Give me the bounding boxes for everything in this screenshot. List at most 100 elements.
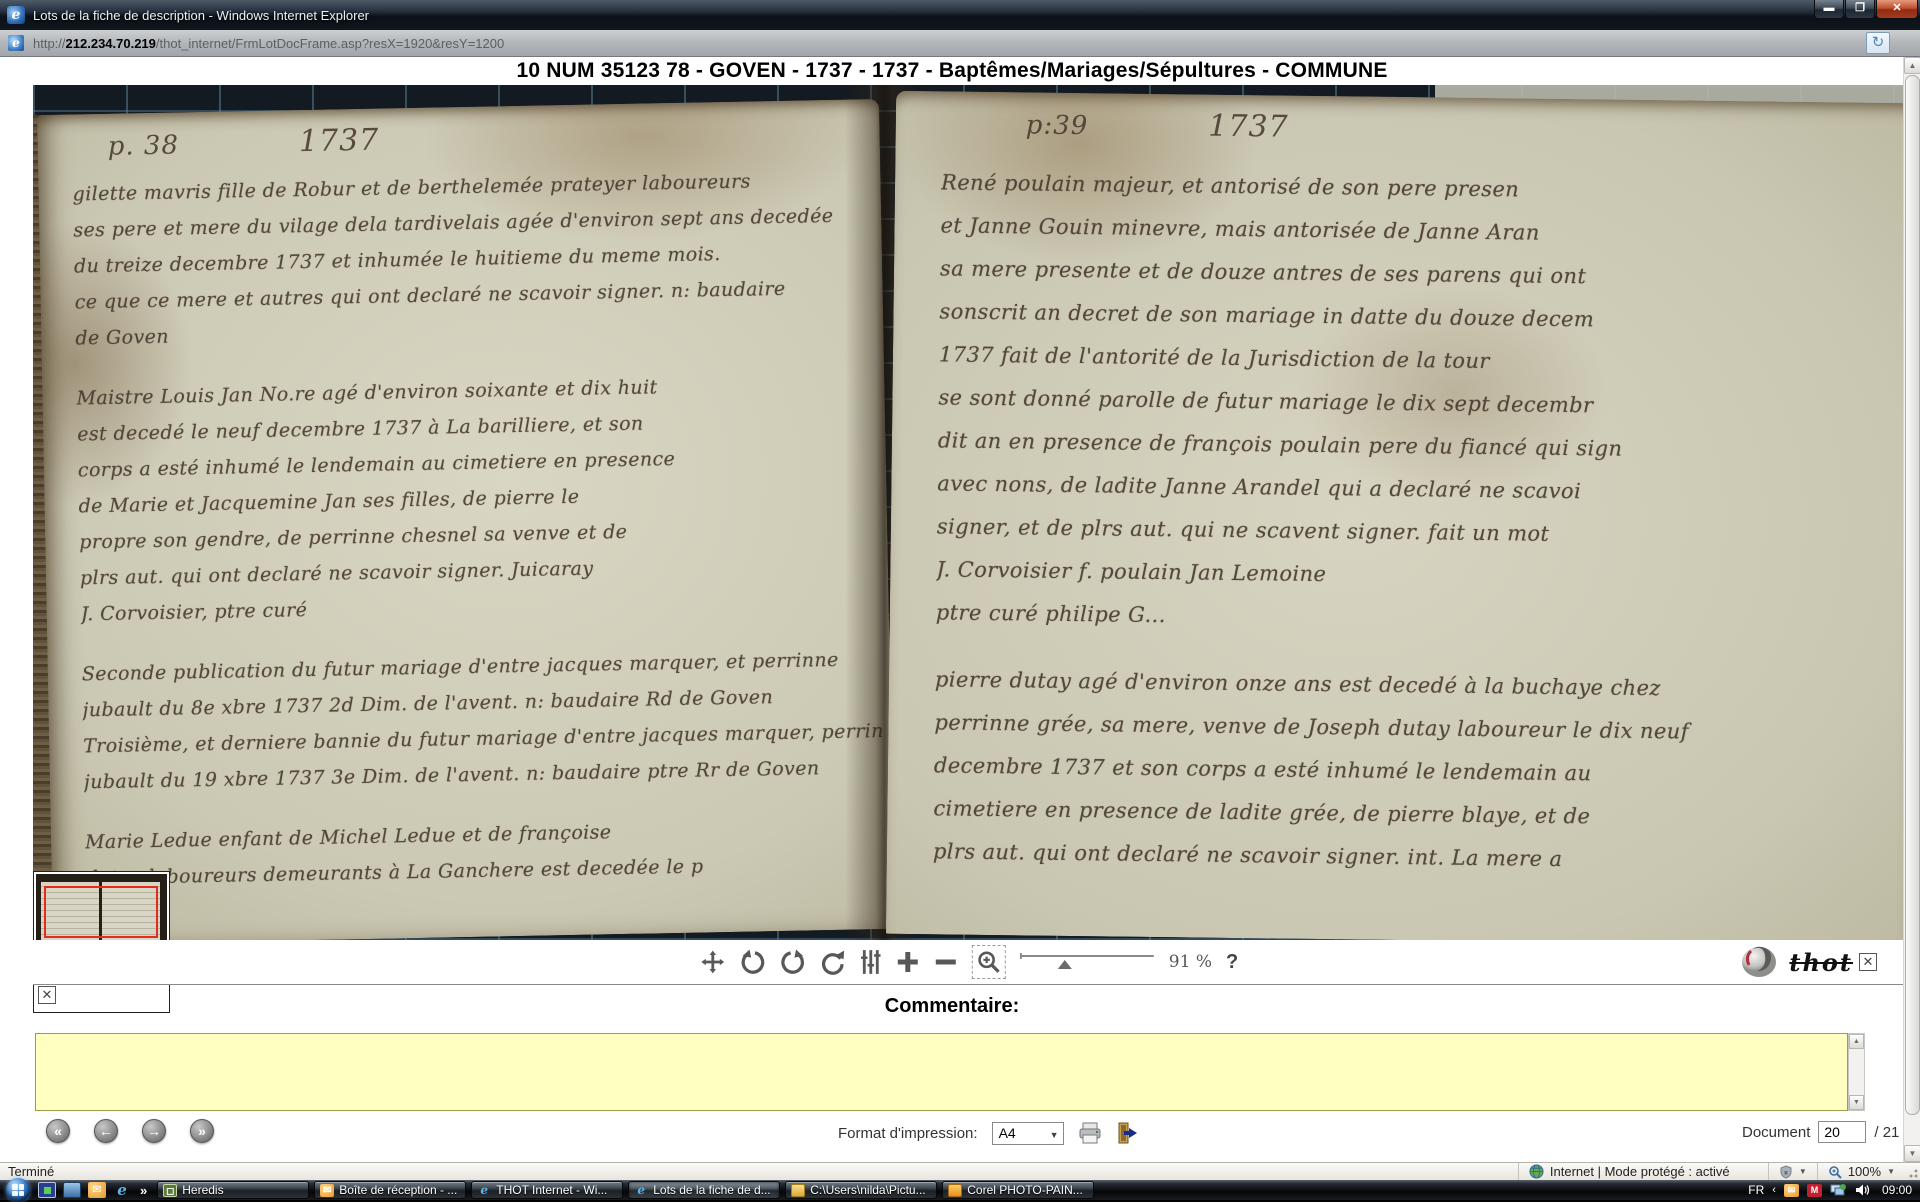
show-desktop-icon[interactable] (63, 1182, 81, 1198)
url-path: /thot_internet/FrmLotDocFrame.asp?resX=1… (156, 36, 504, 51)
language-indicator[interactable]: FR (1748, 1183, 1764, 1197)
security-zone: Internet | Mode protégé : activé (1518, 1163, 1768, 1180)
status-bar: Terminé Internet | Mode protégé : activé… (0, 1162, 1920, 1180)
windows-logo-icon (12, 1184, 24, 1196)
volume-icon[interactable] (1855, 1183, 1870, 1197)
switch-windows-icon[interactable] (38, 1182, 56, 1198)
chevron-down-icon: ▼ (1887, 1167, 1895, 1176)
url-scheme: http:// (33, 36, 66, 51)
rotate-reset-icon[interactable] (820, 949, 846, 975)
first-document-button[interactable]: « (46, 1119, 70, 1143)
url-host: 212.234.70.219 (66, 36, 156, 51)
mcafee-icon[interactable]: M (1807, 1184, 1822, 1197)
scroll-down-icon[interactable]: ▼ (1904, 1145, 1920, 1162)
print-button[interactable] (1078, 1122, 1102, 1144)
rotate-ccw-icon[interactable] (740, 949, 766, 975)
taskbar-item-lots-fiche[interactable]: e Lots de la fiche de d... (628, 1181, 780, 1199)
help-icon[interactable]: ? (1226, 951, 1238, 974)
zoom-percentage: 91 % (1169, 952, 1212, 972)
taskbar: ✉ e » ◻ Heredis ✉ Boîte de réception - .… (0, 1180, 1920, 1200)
magnifier-icon (1828, 1165, 1842, 1179)
zoom-region-icon[interactable] (972, 945, 1006, 979)
tray-expand-icon[interactable]: ‹ (1772, 1184, 1776, 1196)
network-icon[interactable] (1830, 1183, 1847, 1197)
comment-scrollbar[interactable]: ▲ ▼ (1848, 1033, 1865, 1111)
scroll-up-icon[interactable]: ▲ (1904, 57, 1920, 74)
mail-icon: ✉ (320, 1184, 334, 1197)
start-button[interactable] (6, 1178, 30, 1202)
document-heading: 10 NUM 35123 78 - GOVEN - 1737 - 1737 - … (0, 59, 1904, 83)
window-title: Lots de la fiche de description - Window… (33, 8, 369, 23)
thot-logo-icon (1737, 942, 1783, 982)
mail-icon[interactable]: ✉ (88, 1182, 106, 1198)
taskbar-clock[interactable]: 09:00 (1882, 1183, 1912, 1197)
browser-zoom-value: 100% (1848, 1164, 1881, 1179)
status-text: Terminé (0, 1164, 1518, 1179)
internet-explorer-icon: e (634, 1184, 648, 1197)
internet-explorer-icon[interactable]: e (113, 1182, 131, 1198)
resize-grip[interactable] (1905, 1165, 1919, 1179)
globe-icon (1529, 1164, 1544, 1179)
chevron-down-icon: ▼ (1050, 1130, 1059, 1140)
viewer-close-button[interactable]: ✕ (1859, 953, 1877, 971)
pan-icon[interactable] (700, 949, 726, 975)
system-tray: FR ‹ ✉ M 09:00 (1748, 1183, 1920, 1197)
zoom-control[interactable]: 100% ▼ (1817, 1163, 1905, 1180)
refresh-button[interactable]: ↻ (1866, 32, 1890, 54)
levels-icon[interactable] (860, 949, 882, 975)
thot-logo-text: thot (1789, 948, 1853, 977)
viewport-rectangle[interactable] (44, 886, 158, 938)
restore-button[interactable]: ❐ (1845, 0, 1875, 19)
document-navigation: « ← → » (46, 1119, 214, 1143)
document-counter: Document / 21 (1742, 1121, 1899, 1143)
right-page-year: 1737 (1208, 109, 1289, 145)
taskbar-item-pictures-folder[interactable]: C:\Users\nilda\Pictu... (785, 1181, 937, 1199)
protected-mode-control[interactable]: ▼ (1768, 1163, 1817, 1180)
previous-document-button[interactable]: ← (94, 1119, 118, 1143)
last-document-button[interactable]: » (190, 1119, 214, 1143)
page-icon: e (8, 35, 24, 51)
mail-notification-icon[interactable]: ✉ (1784, 1184, 1799, 1197)
print-format-label: Format d'impression: (838, 1125, 978, 1142)
print-format-value: A4 (999, 1125, 1016, 1141)
scroll-down-icon[interactable]: ▼ (1849, 1095, 1864, 1110)
page-scrollbar[interactable]: ▲ ▼ (1903, 57, 1920, 1162)
right-page-lines: René poulain majeur, et antorisé de son … (933, 161, 1905, 885)
document-total: / 21 (1874, 1124, 1899, 1141)
chevron-down-icon: ▼ (1799, 1167, 1807, 1176)
title-bar: e Lots de la fiche de description - Wind… (0, 0, 1920, 30)
zoom-in-icon[interactable] (896, 950, 920, 974)
taskbar-item-heredis[interactable]: ◻ Heredis (157, 1181, 309, 1199)
taskbar-item-inbox[interactable]: ✉ Boîte de réception - ... (314, 1181, 466, 1199)
print-controls: Format d'impression: A4 ▼ (838, 1121, 1138, 1145)
left-page-year: 1737 (299, 123, 380, 160)
scroll-up-icon[interactable]: ▲ (1849, 1034, 1864, 1049)
url-field[interactable]: http://212.234.70.219/thot_internet/FrmL… (33, 36, 1866, 51)
taskbar-item-corel[interactable]: Corel PHOTO-PAIN... (942, 1181, 1094, 1199)
zoom-slider[interactable] (1020, 951, 1155, 973)
scrollbar-thumb[interactable] (1905, 75, 1920, 1115)
task-buttons: ◻ Heredis ✉ Boîte de réception - ... e T… (157, 1181, 1748, 1199)
next-document-button[interactable]: → (142, 1119, 166, 1143)
comment-label: Commentaire: (0, 995, 1904, 1018)
page-content: 10 NUM 35123 78 - GOVEN - 1737 - 1737 - … (0, 57, 1920, 1162)
address-bar: e http://212.234.70.219/thot_internet/Fr… (0, 30, 1920, 57)
comment-textarea[interactable] (35, 1033, 1848, 1111)
ie-logo-icon: e (7, 6, 25, 24)
print-format-select[interactable]: A4 ▼ (992, 1122, 1064, 1145)
zone-text: Internet | Mode protégé : activé (1550, 1164, 1730, 1179)
shield-icon (1779, 1165, 1793, 1179)
zoom-out-icon[interactable] (934, 950, 958, 974)
close-button[interactable]: ✕ (1876, 0, 1918, 19)
heredis-icon: ◻ (163, 1184, 177, 1197)
taskbar-item-thot-internet[interactable]: e THOT Internet - Wi... (471, 1181, 623, 1199)
manuscript-photo[interactable]: p. 381737 gilette mavris fille de Robur … (33, 85, 1905, 940)
document-number-input[interactable] (1818, 1121, 1866, 1143)
minimize-button[interactable]: ▬ (1814, 0, 1844, 19)
right-page-number: p:39 (1026, 110, 1089, 141)
exit-button[interactable] (1116, 1121, 1138, 1145)
document-label: Document (1742, 1124, 1810, 1141)
quick-launch-overflow-icon[interactable]: » (140, 1183, 147, 1198)
rotate-cw-icon[interactable] (780, 949, 806, 975)
comment-area: ▲ ▼ (35, 1033, 1865, 1111)
